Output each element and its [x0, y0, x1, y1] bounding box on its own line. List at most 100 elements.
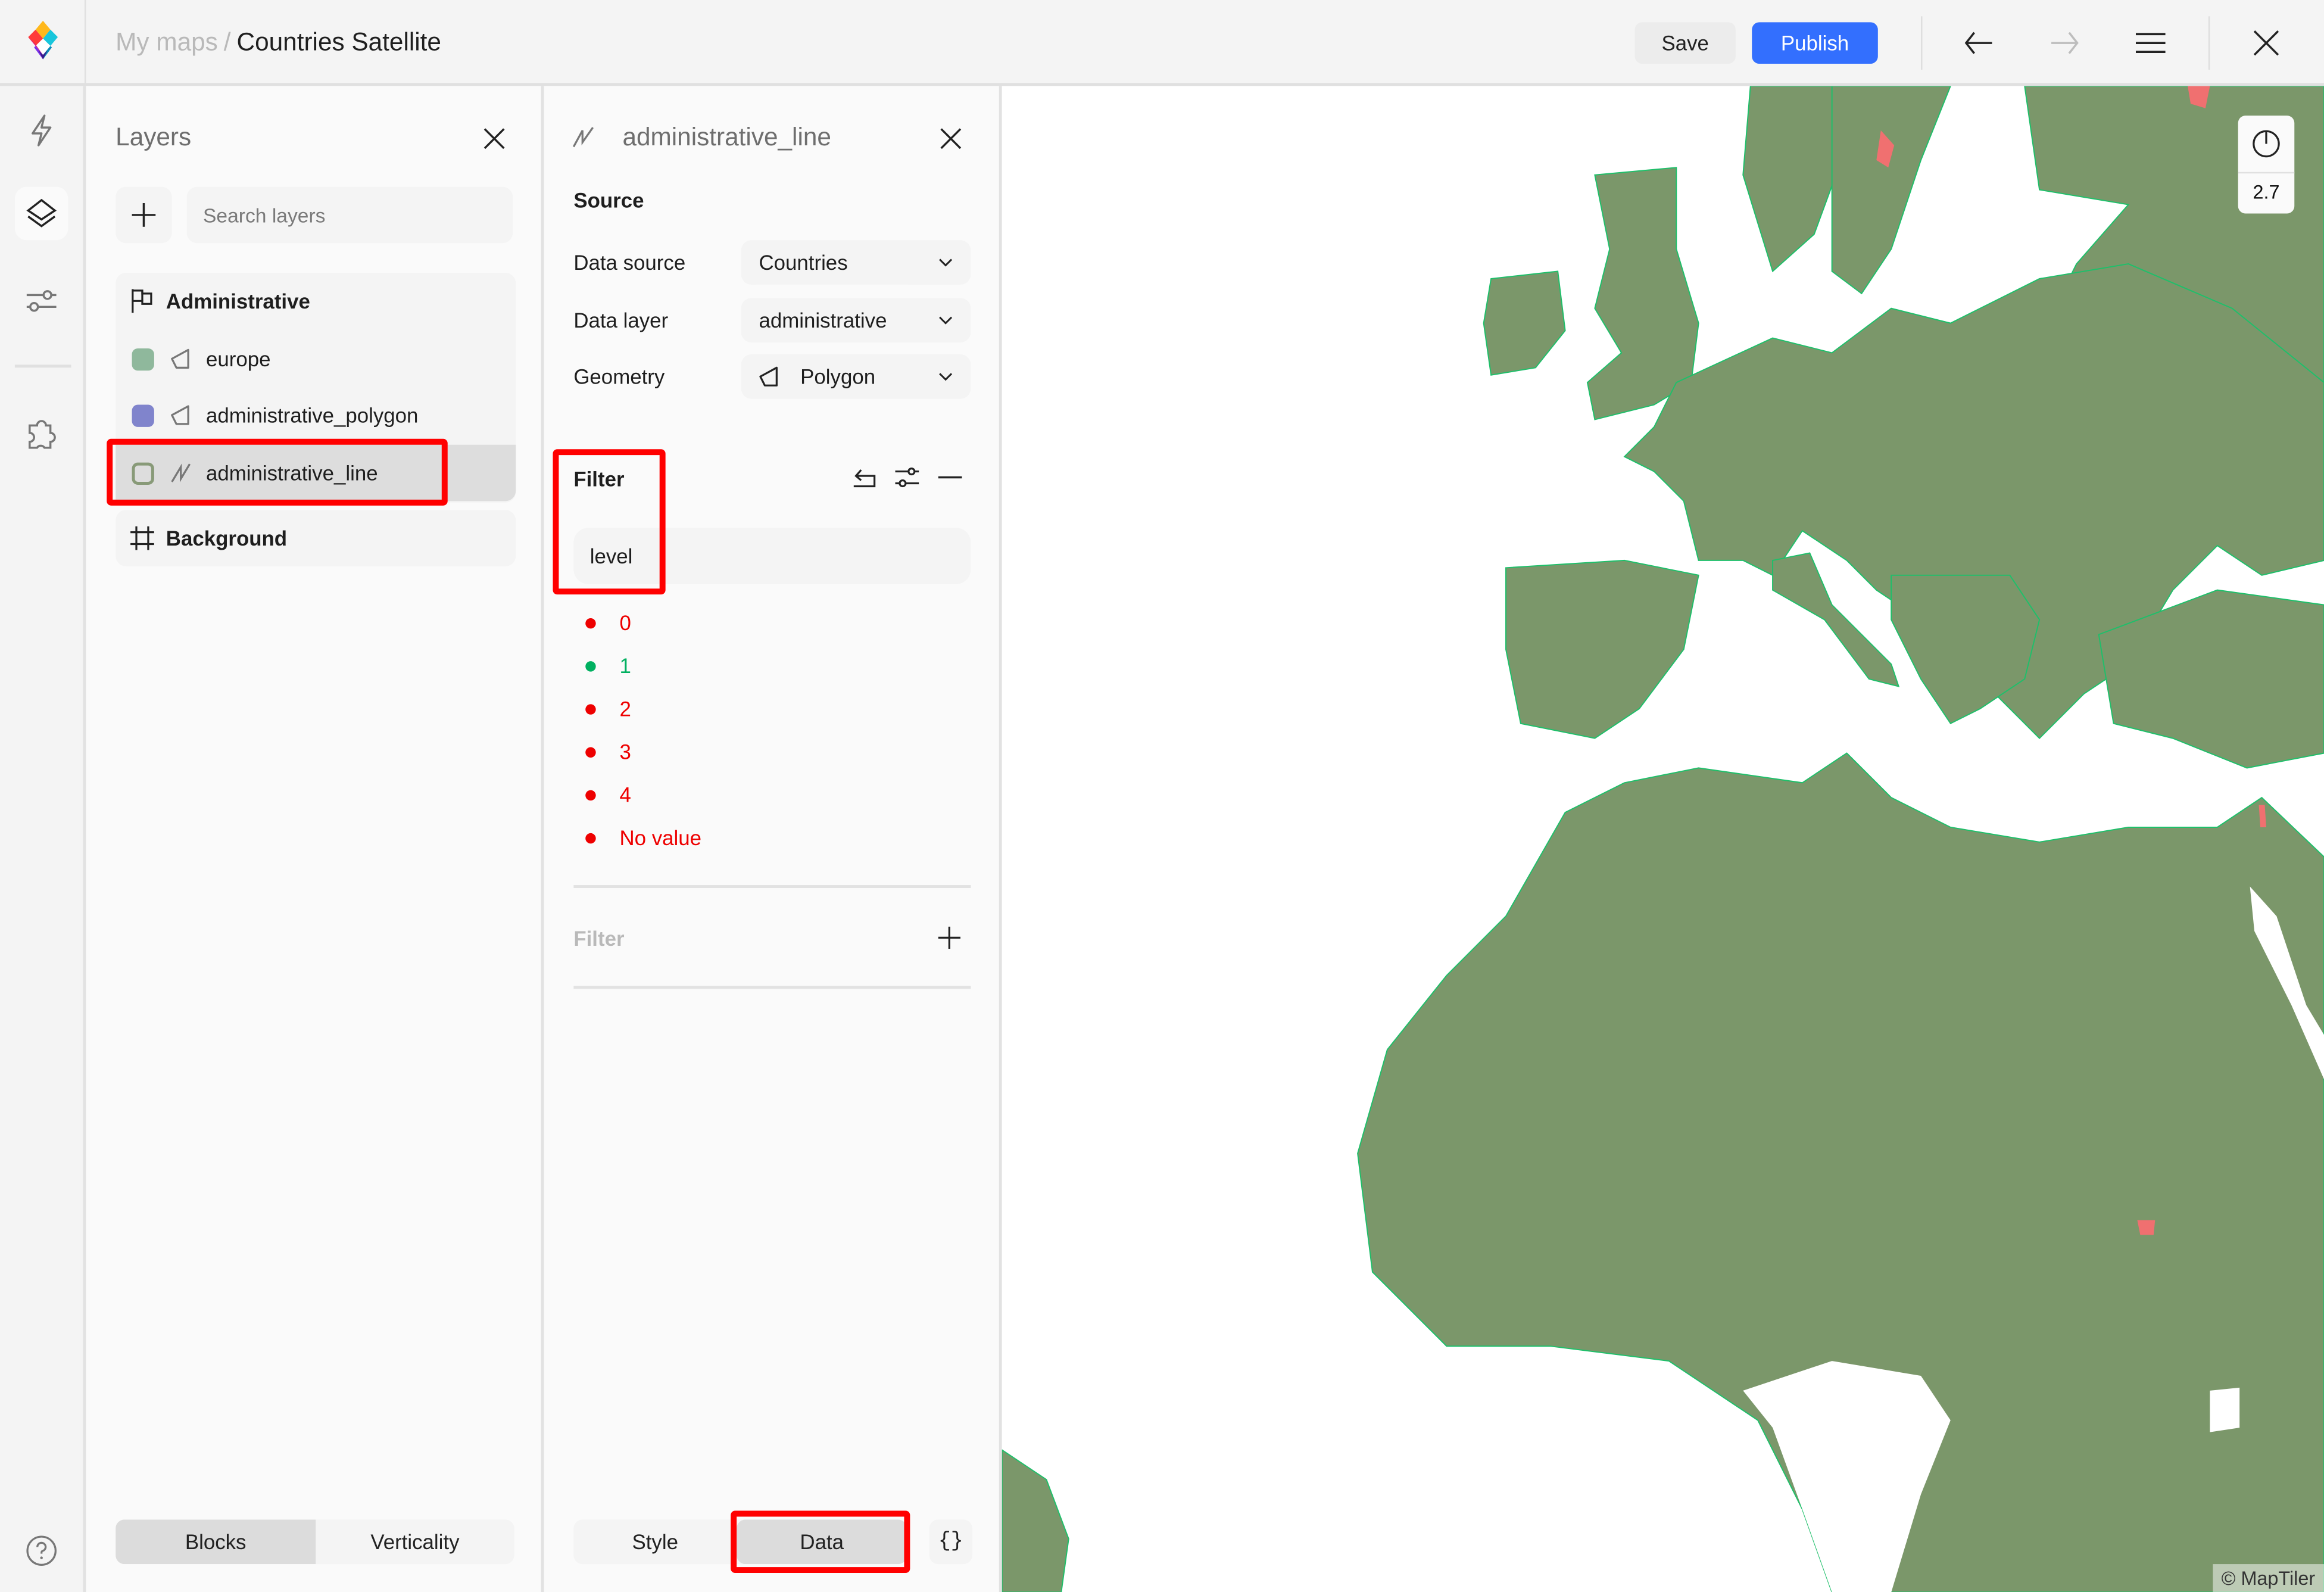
map-land-layer — [1002, 86, 2324, 1592]
line-icon — [169, 461, 193, 485]
save-button[interactable]: Save — [1634, 22, 1736, 64]
close-icon — [940, 127, 960, 148]
group-header-administrative[interactable]: Administrative — [116, 273, 516, 329]
excluded-dot-icon — [585, 789, 596, 800]
layer-name: administrative_line — [205, 461, 378, 485]
layer-row-europe[interactable]: europe — [116, 331, 516, 387]
undo-button[interactable] — [1954, 18, 2004, 68]
add-filter-button[interactable] — [925, 913, 972, 961]
maptiler-logo-icon[interactable] — [27, 20, 57, 66]
rail-item-settings[interactable] — [15, 275, 68, 328]
puzzle-icon — [29, 420, 56, 449]
data-source-value: Countries — [759, 250, 848, 275]
map-title[interactable]: Countries Satellite — [237, 28, 441, 56]
polygon-icon — [759, 366, 778, 387]
filter-value-label: 2 — [619, 696, 631, 721]
hamburger-menu-icon — [2135, 33, 2166, 53]
help-button[interactable] — [15, 1524, 68, 1578]
data-layer-label: Data layer — [573, 308, 669, 332]
geometry-select[interactable]: Polygon — [741, 354, 971, 399]
excluded-dot-icon — [585, 832, 596, 843]
filter-value-1[interactable]: 1 — [585, 651, 631, 681]
included-dot-icon — [585, 660, 596, 671]
data-layer-value: administrative — [759, 308, 887, 332]
filter-value-label: No value — [619, 825, 702, 850]
editor-mode-tabs: Style Data — [573, 1519, 907, 1565]
minus-icon — [938, 476, 962, 479]
help-circle-icon — [26, 1535, 57, 1566]
map-canvas[interactable]: 2.7 © MapTiler — [1002, 86, 2324, 1592]
filter-value-0[interactable]: 0 — [585, 608, 631, 638]
group-name: Background — [166, 526, 288, 550]
excluded-dot-icon — [585, 617, 596, 628]
filter-remove-button[interactable] — [927, 454, 974, 501]
tab-data[interactable]: Data — [737, 1519, 907, 1565]
layer-name: administrative_polygon — [205, 403, 419, 427]
land-ireland — [1483, 270, 1566, 376]
divider — [573, 986, 971, 989]
rail-item-layers[interactable] — [14, 186, 68, 241]
tab-blocks[interactable]: Blocks — [116, 1519, 316, 1565]
zoom-level: 2.7 — [2253, 180, 2280, 204]
filter-value-3[interactable]: 3 — [585, 737, 631, 767]
filter-heading: Filter — [573, 467, 625, 491]
filter-value-2[interactable]: 2 — [585, 694, 631, 724]
layers-icon — [26, 198, 57, 228]
left-rail — [0, 86, 86, 1592]
filter-settings-button[interactable] — [884, 454, 931, 501]
layer-color-swatch[interactable] — [132, 462, 154, 484]
layers-panel-mode-tabs: Blocks Verticality — [116, 1519, 514, 1565]
add-layer-button[interactable] — [116, 186, 172, 244]
data-source-label: Data source — [573, 250, 686, 275]
layer-color-swatch[interactable] — [132, 347, 154, 370]
layer-row-administrative-line[interactable]: administrative_line — [116, 444, 516, 501]
zoom-control: 2.7 — [2238, 116, 2295, 214]
lake-victoria — [2210, 1387, 2240, 1432]
data-layer-select[interactable]: administrative — [741, 298, 971, 343]
filter-value-4[interactable]: 4 — [585, 780, 631, 809]
layers-panel-title: Layers — [116, 123, 192, 151]
rail-item-plugins[interactable] — [15, 406, 68, 460]
filter-value-label: 1 — [619, 653, 631, 678]
close-layers-panel-button[interactable] — [469, 113, 519, 163]
tab-verticality[interactable]: Verticality — [316, 1519, 514, 1564]
sliders-icon — [895, 467, 919, 488]
json-editor-button[interactable]: {} — [929, 1519, 972, 1565]
breadcrumb-my-maps[interactable]: My maps — [116, 28, 218, 56]
group-name: Administrative — [166, 289, 310, 313]
redo-button[interactable] — [2039, 18, 2090, 68]
filter-value-no-value[interactable]: No value — [585, 823, 701, 853]
filter-value-label: 3 — [619, 740, 631, 764]
menu-button[interactable] — [2126, 18, 2176, 68]
rail-divider — [14, 364, 71, 368]
land-south-america — [1002, 1449, 1069, 1592]
group-header-background[interactable]: Background — [116, 510, 516, 566]
reset-north-button[interactable] — [2238, 116, 2295, 174]
layer-group-background[interactable]: Background — [116, 510, 516, 566]
layer-row-administrative-polygon[interactable]: administrative_polygon — [116, 387, 516, 444]
map-attribution[interactable]: © MapTiler — [2212, 1564, 2324, 1592]
filter-field-select[interactable]: level — [573, 528, 971, 584]
publish-button[interactable]: Publish — [1752, 22, 1878, 64]
search-layers-input[interactable] — [186, 186, 513, 244]
add-filter-label: Filter — [573, 926, 625, 951]
close-editor-button[interactable] — [925, 113, 975, 163]
layer-name-title[interactable]: administrative_line — [622, 123, 831, 153]
data-source-select[interactable]: Countries — [741, 240, 971, 285]
plus-icon — [937, 926, 960, 948]
excluded-dot-icon — [585, 746, 596, 757]
rail-item-quick-actions[interactable] — [15, 104, 68, 157]
filter-reset-button[interactable] — [840, 454, 888, 501]
close-map-button[interactable] — [2241, 18, 2292, 68]
polygon-icon — [169, 403, 193, 427]
top-bar: My maps / Countries Satellite Save Publish — [0, 0, 2324, 86]
tab-style[interactable]: Style — [573, 1519, 737, 1564]
close-icon — [483, 127, 504, 148]
compass-icon — [2253, 130, 2280, 158]
chevron-down-icon — [939, 373, 953, 381]
filter-value-label: 0 — [619, 610, 631, 635]
toolbar-divider — [1921, 16, 1923, 70]
line-icon — [572, 126, 594, 156]
flag-icon — [132, 289, 152, 313]
layer-color-swatch[interactable] — [132, 404, 154, 426]
